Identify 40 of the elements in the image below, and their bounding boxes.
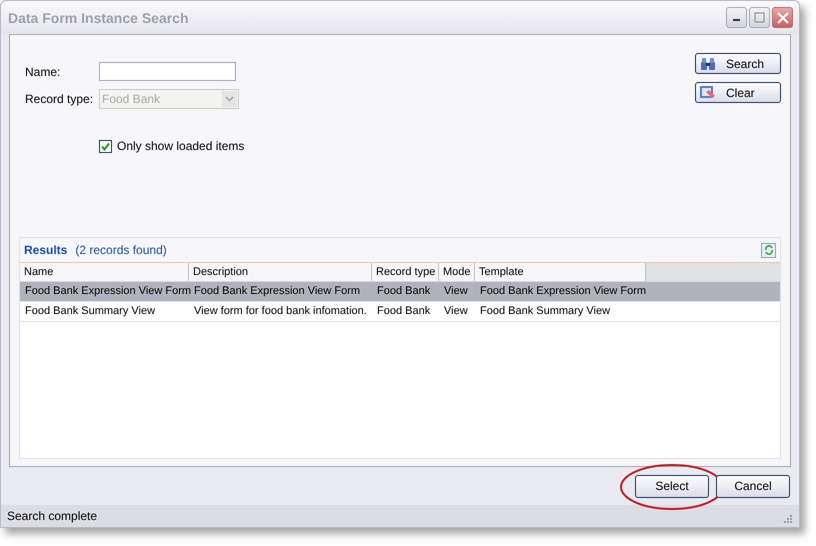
table-cell-text: View bbox=[443, 284, 469, 299]
table-cell-text: Food Bank Expression View Form bbox=[479, 284, 646, 299]
minimize-button[interactable] bbox=[726, 7, 747, 28]
search-button[interactable]: Search bbox=[695, 53, 781, 74]
checkbox[interactable] bbox=[99, 140, 112, 152]
table-row[interactable]: Food Bank Summary View View form for food bank infomation. Food Bank View Food Bank Summary View bbox=[20, 302, 780, 322]
results-count: (2 records found) bbox=[75, 243, 168, 257]
column-header[interactable]: Record type bbox=[372, 263, 439, 281]
table-cell-text: Food Bank Summary View bbox=[479, 304, 612, 319]
eraser-icon bbox=[700, 86, 716, 100]
close-icon bbox=[776, 12, 788, 24]
column-header[interactable]: Name bbox=[20, 263, 189, 281]
table-cell-text: Food Bank bbox=[376, 284, 432, 299]
resize-grip-icon bbox=[783, 514, 793, 524]
results-title: Results bbox=[24, 243, 68, 257]
checkbox-label: Only show loaded items bbox=[117, 139, 244, 153]
maximize-icon bbox=[754, 12, 765, 23]
dialog-button[interactable]: Cancel bbox=[716, 474, 790, 498]
table-cell-text: Food Bank bbox=[376, 304, 432, 319]
clear-button[interactable]: Clear bbox=[695, 82, 781, 103]
chevron-down-icon bbox=[225, 96, 234, 102]
binoculars-icon bbox=[700, 56, 716, 70]
dialog-button[interactable]: Select bbox=[635, 474, 709, 498]
name-field[interactable] bbox=[99, 62, 236, 81]
table-cell-text: View form for food bank infomation. bbox=[193, 304, 368, 319]
field-label: Record type: bbox=[25, 92, 94, 106]
table-cell-text: View bbox=[443, 304, 469, 319]
table-row[interactable]: Food Bank Expression View Form Food Bank Expression View Form Food Bank View Food Bank Expression View Form bbox=[20, 282, 780, 302]
checkmark-icon bbox=[101, 142, 110, 150]
window-title: Data Form Instance Search bbox=[8, 10, 189, 26]
close-button[interactable] bbox=[772, 7, 793, 28]
table-cell-text: Food Bank Summary View bbox=[24, 304, 156, 319]
table-cell-text: Food Bank Expression View Form bbox=[24, 284, 189, 299]
refresh-icon bbox=[764, 245, 774, 255]
field-label: Name: bbox=[25, 64, 62, 78]
table-cell-text: Food Bank Expression View Form bbox=[193, 284, 362, 299]
status-text: Search complete bbox=[7, 509, 98, 523]
refresh-button[interactable] bbox=[761, 242, 776, 258]
column-header[interactable]: Mode bbox=[439, 263, 475, 281]
column-header[interactable]: Description bbox=[189, 263, 372, 281]
